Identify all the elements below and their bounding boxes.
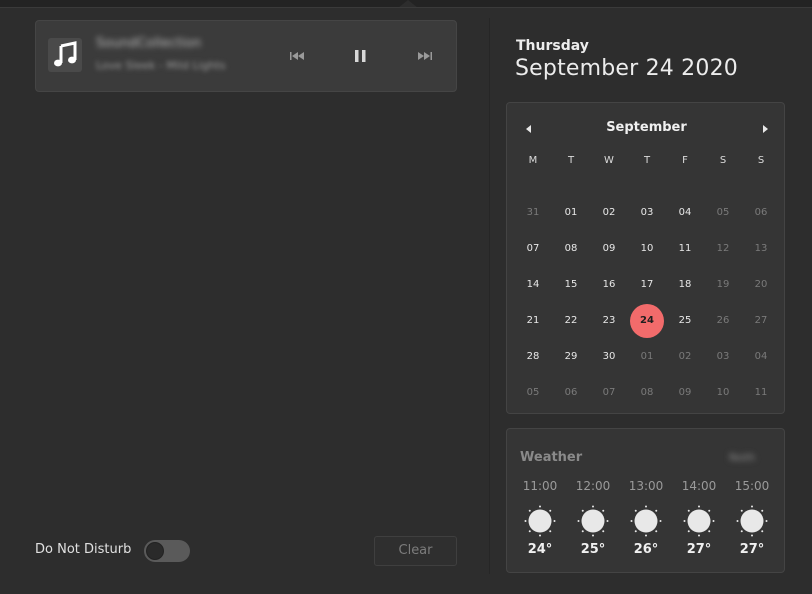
media-player: SoundCollection Love Sleek - Mild Lights: [35, 20, 457, 92]
calendar-day[interactable]: 14: [515, 267, 551, 303]
forecast-item: 12:00 25°: [570, 479, 616, 557]
weather-location: Noth: [729, 451, 756, 464]
forecast-time: 12:00: [575, 479, 611, 493]
sun-icon: [630, 505, 662, 537]
forecast-item: 13:00 26°: [623, 479, 669, 557]
music-note-icon: [48, 38, 82, 72]
weekday-label: Thursday: [516, 38, 589, 54]
skip-back-icon: [290, 52, 304, 60]
sun-icon: [683, 505, 715, 537]
weekday-header: F: [682, 155, 688, 166]
play-pause-button[interactable]: [350, 47, 372, 65]
do-not-disturb-toggle[interactable]: [144, 540, 190, 562]
calendar-day[interactable]: 11: [667, 231, 703, 267]
calendar-day[interactable]: 20: [743, 267, 779, 303]
calendar-day[interactable]: 21: [515, 303, 551, 339]
clear-button[interactable]: Clear: [374, 536, 457, 566]
calendar-day[interactable]: 23: [591, 303, 627, 339]
next-month-button[interactable]: [757, 121, 773, 137]
track-artist: Love Sleek - Mild Lights: [96, 59, 226, 72]
forecast-time: 15:00: [734, 479, 770, 493]
calendar-day[interactable]: 09: [591, 231, 627, 267]
forecast-time: 13:00: [628, 479, 664, 493]
calendar-day[interactable]: 26: [705, 303, 741, 339]
full-date-label: September 24 2020: [515, 56, 738, 81]
calendar-day[interactable]: 08: [629, 375, 665, 411]
calendar-day[interactable]: 09: [667, 375, 703, 411]
track-title: SoundCollection: [96, 36, 202, 51]
skip-forward-icon: [418, 52, 432, 60]
forecast-item: 11:00 24°: [517, 479, 563, 557]
calendar-day[interactable]: 01: [553, 195, 589, 231]
calendar-day[interactable]: 12: [705, 231, 741, 267]
weekday-header: T: [643, 155, 651, 166]
pause-icon: [355, 50, 366, 62]
calendar-day[interactable]: 19: [705, 267, 741, 303]
panel-divider: [489, 18, 490, 574]
calendar-month-label: September: [606, 120, 687, 135]
calendar-day[interactable]: 15: [553, 267, 589, 303]
calendar-day[interactable]: 06: [743, 195, 779, 231]
forecast-item: 15:00 27°: [729, 479, 775, 557]
calendar-day[interactable]: 16: [591, 267, 627, 303]
calendar-day[interactable]: 04: [667, 195, 703, 231]
calendar-day[interactable]: 31: [515, 195, 551, 231]
next-track-button[interactable]: [414, 47, 436, 65]
forecast-time: 11:00: [522, 479, 558, 493]
calendar-day-today[interactable]: 24: [630, 304, 664, 338]
forecast-temperature: 27°: [739, 542, 765, 557]
calendar-day[interactable]: 10: [705, 375, 741, 411]
previous-track-button[interactable]: [286, 47, 308, 65]
do-not-disturb-label: Do Not Disturb: [35, 542, 132, 557]
toggle-knob: [146, 542, 164, 560]
calendar-day[interactable]: 25: [667, 303, 703, 339]
calendar-day[interactable]: 03: [629, 195, 665, 231]
weekday-header: S: [757, 155, 765, 166]
forecast-temperature: 25°: [580, 542, 606, 557]
chevron-right-icon: [763, 125, 768, 133]
calendar-day[interactable]: 17: [629, 267, 665, 303]
calendar: September M T W T F S S 31 01 02 03 04 05 06 07 08 09 10 1…: [506, 102, 785, 414]
calendar-day[interactable]: 03: [705, 339, 741, 375]
weekday-header: S: [719, 155, 727, 166]
sun-icon: [524, 505, 556, 537]
calendar-day[interactable]: 11: [743, 375, 779, 411]
calendar-day[interactable]: 02: [591, 195, 627, 231]
calendar-day[interactable]: 30: [591, 339, 627, 375]
forecast-time: 14:00: [681, 479, 717, 493]
calendar-day[interactable]: 18: [667, 267, 703, 303]
forecast-item: 14:00 27°: [676, 479, 722, 557]
forecast-temperature: 24°: [527, 542, 553, 557]
calendar-day[interactable]: 07: [591, 375, 627, 411]
weekday-header: W: [604, 155, 614, 166]
calendar-day[interactable]: 01: [629, 339, 665, 375]
sun-icon: [736, 505, 768, 537]
calendar-day[interactable]: 06: [553, 375, 589, 411]
calendar-day[interactable]: 27: [743, 303, 779, 339]
forecast-temperature: 27°: [686, 542, 712, 557]
sun-icon: [577, 505, 609, 537]
weather-title: Weather: [520, 450, 583, 465]
calendar-day[interactable]: 04: [743, 339, 779, 375]
weekday-header: T: [567, 155, 575, 166]
calendar-day[interactable]: 05: [705, 195, 741, 231]
weather-widget: Weather Noth 11:00 24° 12:00 25° 13:00 26° 14:…: [506, 428, 785, 573]
calendar-day[interactable]: 13: [743, 231, 779, 267]
calendar-day[interactable]: 02: [667, 339, 703, 375]
calendar-day[interactable]: 07: [515, 231, 551, 267]
weekday-header: M: [528, 155, 538, 166]
calendar-day[interactable]: 22: [553, 303, 589, 339]
calendar-day[interactable]: 05: [515, 375, 551, 411]
calendar-day[interactable]: 29: [553, 339, 589, 375]
calendar-day[interactable]: 08: [553, 231, 589, 267]
calendar-day[interactable]: 28: [515, 339, 551, 375]
calendar-day[interactable]: 10: [629, 231, 665, 267]
forecast-temperature: 26°: [633, 542, 659, 557]
